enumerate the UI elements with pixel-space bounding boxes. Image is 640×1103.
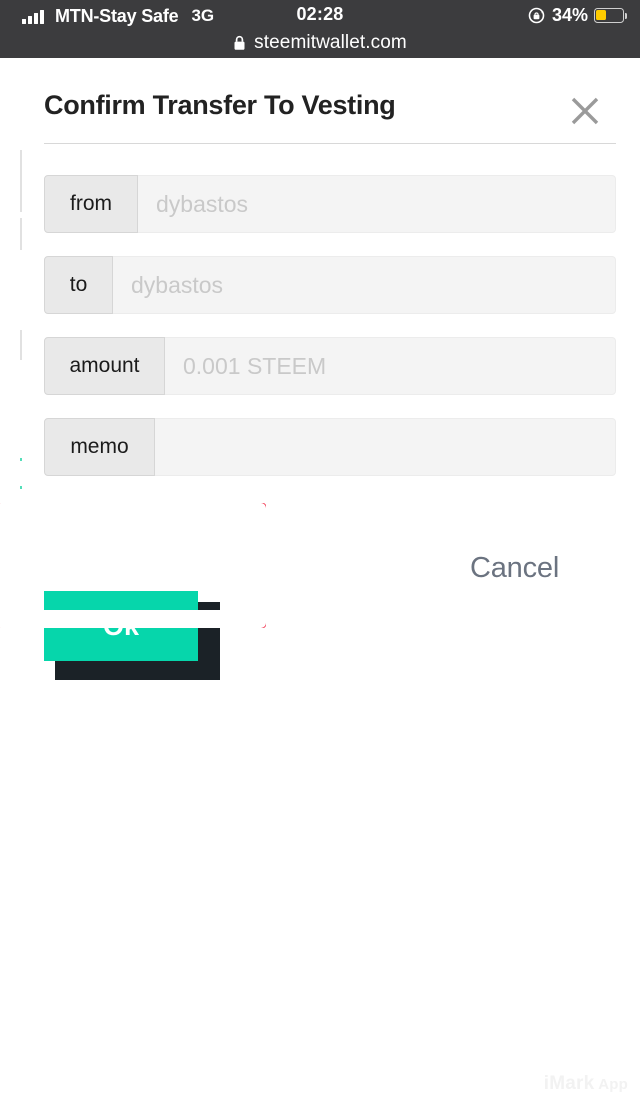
scroll-artifact bbox=[20, 330, 22, 360]
url-text: steemitwallet.com bbox=[254, 32, 407, 53]
field-amount[interactable]: amount 0.001 STEEM bbox=[44, 337, 616, 395]
scroll-artifact bbox=[20, 150, 22, 212]
scroll-artifact bbox=[20, 510, 22, 513]
battery-fill bbox=[596, 9, 606, 21]
ok-button[interactable]: Ok bbox=[44, 591, 198, 661]
scroll-artifact bbox=[20, 486, 22, 489]
header-divider bbox=[44, 143, 616, 144]
rotation-lock-icon bbox=[528, 7, 545, 24]
page-title: Confirm Transfer To Vesting bbox=[44, 90, 396, 120]
watermark-text: iMark bbox=[543, 1073, 595, 1094]
field-from-input[interactable]: dybastos bbox=[138, 175, 616, 233]
status-bar-right-group: 34% bbox=[528, 4, 627, 26]
field-to-input[interactable]: dybastos bbox=[113, 256, 616, 314]
battery-percentage: 34% bbox=[551, 4, 588, 25]
field-memo[interactable]: memo bbox=[44, 418, 616, 476]
status-bar-top-row: MTN-Stay Safe 3G 02:28 34% bbox=[0, 0, 640, 30]
scroll-artifact bbox=[20, 458, 22, 461]
watermark-suffix: App bbox=[594, 1076, 628, 1093]
padlock-icon bbox=[233, 35, 246, 51]
status-bar: MTN-Stay Safe 3G 02:28 34% steemitwallet… bbox=[0, 0, 640, 58]
field-amount-input[interactable]: 0.001 STEEM bbox=[165, 337, 616, 395]
field-from[interactable]: from dybastos bbox=[44, 175, 616, 233]
close-x-icon[interactable] bbox=[568, 94, 602, 128]
field-memo-input[interactable] bbox=[155, 418, 616, 476]
field-amount-label: amount bbox=[44, 337, 165, 395]
field-to-label: to bbox=[44, 256, 113, 314]
battery-icon bbox=[594, 7, 627, 23]
watermark: iMark App bbox=[544, 1073, 628, 1095]
field-to[interactable]: to dybastos bbox=[44, 256, 616, 314]
field-memo-label: memo bbox=[44, 418, 155, 476]
cancel-button[interactable]: Cancel bbox=[470, 552, 559, 585]
scroll-artifact bbox=[20, 218, 22, 250]
page-content: Confirm Transfer To Vesting from dybasto… bbox=[0, 58, 640, 1103]
modal-header: Confirm Transfer To Vesting bbox=[0, 72, 640, 142]
field-from-label: from bbox=[44, 175, 138, 233]
browser-url-bar[interactable]: steemitwallet.com bbox=[0, 28, 640, 58]
